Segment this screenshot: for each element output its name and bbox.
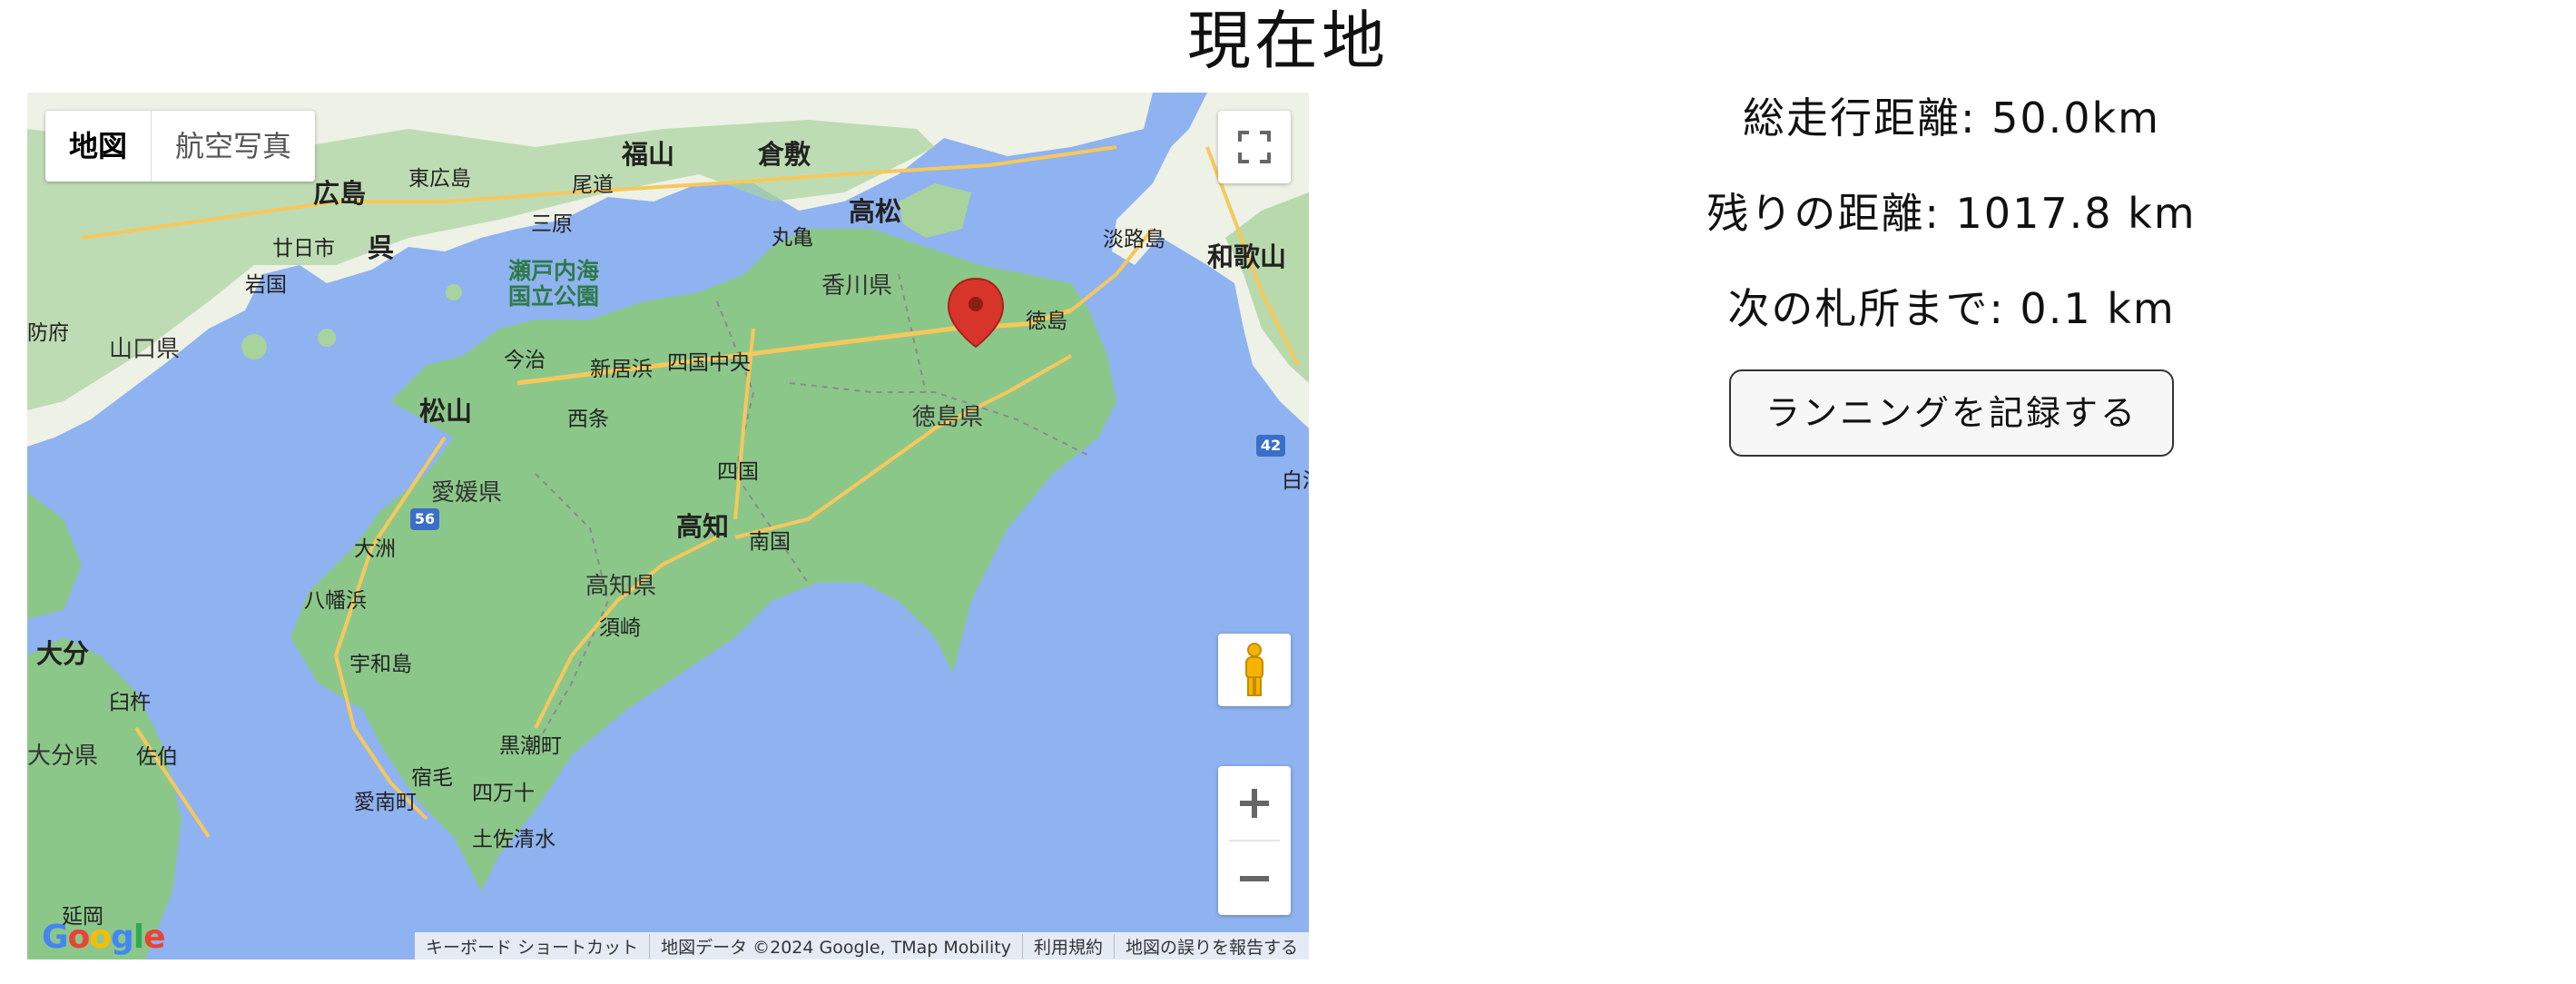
label-yawatahama: 八幡浜: [304, 589, 367, 613]
zoom-in-button[interactable]: [1218, 766, 1291, 840]
label-nankoku: 南国: [749, 530, 791, 554]
fullscreen-button[interactable]: [1218, 111, 1291, 183]
label-hofu: 防府: [27, 321, 69, 345]
route-56-shield: 56: [410, 508, 439, 530]
label-ainan: 愛南町: [354, 791, 417, 814]
google-logo: Google: [42, 919, 166, 956]
map[interactable]: 福山 倉敷 東広島 尾道 広島 三原 廿日市 呉 岩国 防府 山口県 高松 丸亀…: [27, 93, 1309, 959]
report-error-link[interactable]: 地図の誤りを報告する: [1113, 933, 1309, 959]
label-tokushima-pref: 徳島県: [912, 404, 984, 431]
zoom-out-button[interactable]: [1218, 841, 1291, 915]
label-kochi-pref: 高知県: [585, 573, 657, 600]
label-iwakuni: 岩国: [245, 273, 287, 297]
label-park-line2: 国立公園: [508, 283, 600, 310]
pegman-icon: [1245, 643, 1263, 696]
plus-icon: [1240, 788, 1269, 818]
label-sukumo: 宿毛: [411, 766, 453, 790]
label-mihara: 三原: [531, 212, 573, 236]
zoom-control[interactable]: [1218, 766, 1291, 915]
label-onomichi: 尾道: [572, 173, 614, 197]
route-42-shield: 42: [1256, 435, 1285, 457]
label-shikoku: 四国: [717, 460, 759, 484]
label-oita: 大分: [36, 638, 90, 669]
label-takamatsu: 高松: [849, 196, 902, 227]
label-tosashimizu: 土佐清水: [472, 828, 556, 851]
label-higashihiroshima: 東広島: [408, 167, 471, 191]
map-type-roadmap-button[interactable]: 地図: [45, 111, 152, 182]
map-attribution: キーボード ショートカット 地図データ ©2024 Google, TMap M…: [415, 932, 1309, 959]
label-yamaguchi-pref: 山口県: [109, 336, 181, 363]
next-temple-distance: 次の札所まで: 0.1 km: [1727, 284, 2176, 333]
label-kure: 呉: [368, 232, 395, 263]
label-hatsukaichi: 廿日市: [272, 237, 335, 261]
label-shirahama: 白浜: [1282, 469, 1309, 493]
label-awajishima: 淡路島: [1103, 228, 1165, 251]
label-marugame: 丸亀: [772, 226, 813, 250]
keyboard-shortcuts-link[interactable]: キーボード ショートカット: [415, 934, 649, 959]
label-saiki: 佐伯: [136, 745, 178, 769]
map-type-control[interactable]: 地図 航空写真: [45, 111, 316, 182]
page-title: 現在地: [1187, 4, 1389, 78]
remaining-distance: 残りの距離: 1017.8 km: [1706, 189, 2197, 238]
label-hiroshima: 広島: [313, 178, 367, 209]
label-kochi: 高知: [676, 511, 730, 542]
label-imabari: 今治: [504, 349, 546, 372]
stats-panel: 総走行距離: 50.0km 残りの距離: 1017.8 km 次の札所まで: 0…: [1470, 91, 2433, 457]
label-saijo: 西条: [567, 408, 609, 431]
label-niihama: 新居浜: [590, 358, 653, 381]
label-ozu: 大洲: [354, 537, 396, 561]
terms-link[interactable]: 利用規約: [1021, 933, 1114, 959]
label-oita-pref: 大分県: [27, 743, 99, 770]
label-susaki: 須崎: [599, 616, 641, 640]
record-running-button[interactable]: ランニングを記録する: [1728, 369, 2174, 457]
label-park-line1: 瀬戸内海: [508, 258, 600, 284]
map-type-satellite-button[interactable]: 航空写真: [152, 111, 315, 182]
label-shimanto: 四万十: [472, 782, 535, 805]
label-kurashiki: 倉敷: [758, 139, 811, 170]
total-distance: 総走行距離: 50.0km: [1743, 93, 2160, 143]
label-shikokuchuo: 四国中央: [667, 351, 751, 375]
label-kagawa-pref: 香川県: [821, 272, 893, 300]
fullscreen-icon: [1238, 131, 1271, 163]
label-wakayama: 和歌山: [1207, 241, 1287, 272]
label-matsuyama: 松山: [419, 396, 473, 427]
map-data-credit: 地図データ ©2024 Google, TMap Mobility: [649, 933, 1022, 959]
label-usuki: 臼杵: [109, 691, 151, 714]
street-view-button[interactable]: [1218, 634, 1291, 706]
label-ehime-pref: 愛媛県: [431, 479, 503, 507]
label-fukuyama: 福山: [622, 139, 675, 170]
label-uwajima: 宇和島: [349, 653, 412, 676]
label-tokushima: 徳島: [1026, 310, 1067, 333]
minus-icon: [1240, 875, 1269, 881]
label-kuroshio: 黒潮町: [499, 734, 562, 758]
